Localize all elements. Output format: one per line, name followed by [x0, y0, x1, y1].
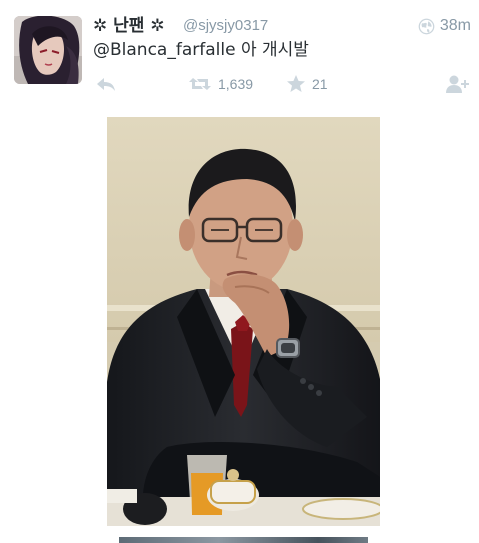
username[interactable]: @sjysjy0317 [183, 16, 268, 36]
retweet-icon [189, 78, 211, 90]
tweet-body-text: 아 개시발 [235, 40, 309, 60]
tweet-photo[interactable] [107, 117, 380, 526]
display-name[interactable]: ✲ 난팬 ✲ [93, 15, 165, 37]
time-group: 38m [418, 16, 471, 36]
avatar[interactable] [14, 16, 82, 84]
tweet-actions: 1,639 21 [93, 72, 471, 96]
retweet-count: 1,639 [218, 76, 254, 92]
tweet-header: ✲ 난팬 ✲ @sjysjy0317 38m [93, 15, 471, 39]
star-icon [287, 75, 305, 92]
follow-button[interactable] [445, 72, 471, 96]
mention-link[interactable]: @Blanca_farfalle [93, 40, 236, 60]
tweet[interactable]: ✲ 난팬 ✲ @sjysjy0317 38m @Blanca_farfalle … [0, 0, 479, 543]
follow-user-icon [446, 75, 469, 93]
favorite-button[interactable]: 21 [286, 72, 328, 96]
favorite-count: 21 [312, 76, 328, 92]
next-photo-edge [119, 537, 368, 543]
timestamp[interactable]: 38m [440, 16, 471, 36]
reply-button[interactable] [95, 72, 117, 96]
globe-icon [418, 18, 435, 34]
tweet-text: @Blanca_farfalle 아 개시발 [93, 38, 309, 62]
retweet-button[interactable]: 1,639 [188, 72, 253, 96]
reply-icon [97, 78, 115, 91]
